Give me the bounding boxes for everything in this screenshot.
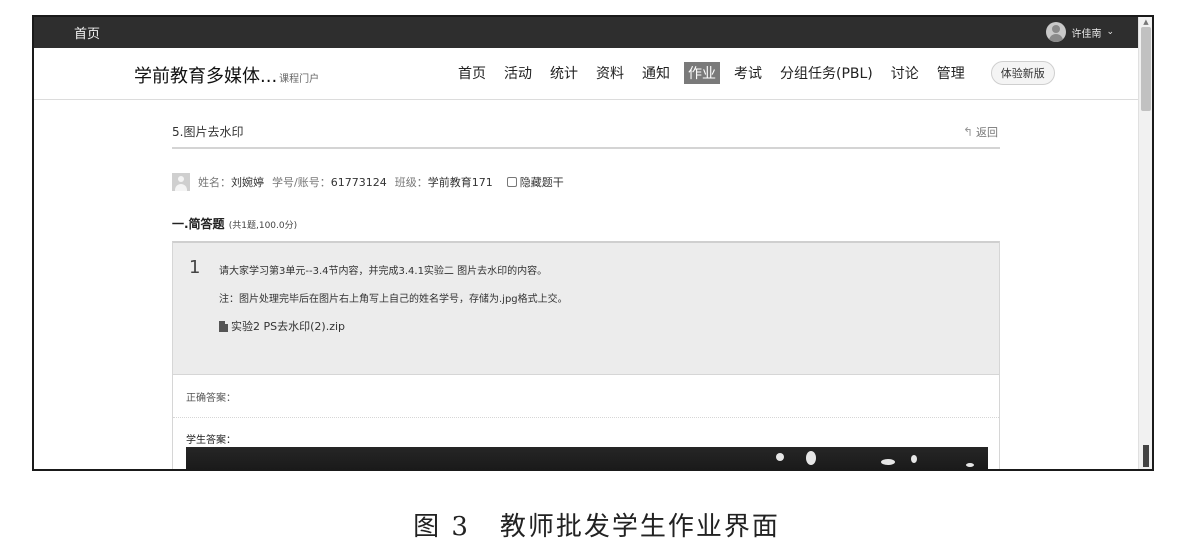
user-menu[interactable]: 许佳南 ⌄: [1046, 21, 1114, 43]
section-title: 一.简答题: [172, 217, 225, 231]
student-avatar-icon: [172, 173, 190, 191]
question-text: 请大家学习第3单元--3.4节内容，并完成3.4.1实验二 图片去水印的内容。: [219, 266, 548, 277]
nav-item-stats[interactable]: 统计: [546, 62, 582, 84]
course-title-text: 学前教育多媒体...: [134, 66, 278, 87]
nav-item-discussion[interactable]: 讨论: [887, 62, 923, 84]
file-icon: [219, 320, 228, 332]
attachment-link[interactable]: 实验2 PS去水印(2).zip: [219, 318, 345, 334]
nav-item-notice[interactable]: 通知: [638, 62, 674, 84]
nav-item-materials[interactable]: 资料: [592, 62, 628, 84]
image-highlight: [806, 451, 816, 465]
user-avatar-icon: [1046, 22, 1067, 42]
student-name: 刘婉婷: [231, 176, 264, 189]
figure-number: 图 3: [413, 512, 470, 542]
image-highlight: [966, 463, 974, 467]
image-highlight: [881, 459, 895, 465]
student-id-field: 学号/账号：61773124: [272, 174, 387, 190]
top-home-link[interactable]: 首页: [74, 23, 100, 42]
student-id-label: 学号/账号：: [272, 176, 331, 189]
user-name: 许佳南: [1071, 28, 1102, 40]
question-number: 1: [189, 257, 201, 278]
page-scrollbar[interactable]: ▲: [1138, 17, 1152, 469]
student-answer-image[interactable]: [186, 447, 988, 469]
section-heading: 一.简答题 (共1题,100.0分): [172, 215, 297, 232]
homework-title: 5.图片去水印: [172, 125, 244, 139]
back-link[interactable]: ↰ 返回: [963, 124, 998, 140]
homework-title-row: 5.图片去水印 ↰ 返回: [172, 113, 1000, 149]
image-highlight: [911, 455, 917, 463]
homework-content: 5.图片去水印 ↰ 返回 姓名：刘婉婷 学号/账号：61773124 班级：学前…: [172, 113, 1000, 469]
student-class: 学前教育171: [427, 176, 493, 189]
figure-caption: 图 3 教师批发学生作业界面: [0, 506, 1193, 543]
nav-menu: 首页 活动 统计 资料 通知 作业 考试 分组任务(PBL) 讨论 管理 体验新…: [454, 61, 1055, 85]
top-bar: 首页 许佳南 ⌄: [34, 17, 1152, 48]
course-navbar: 学前教育多媒体... 课程门户 首页 活动 统计 资料 通知 作业 考试 分组任务…: [34, 48, 1138, 100]
chevron-down-icon: ⌄: [1106, 27, 1114, 37]
question-note: 注：图片处理完毕后在图片右上角写上自己的姓名学号，存储为.jpg格式上交。: [219, 294, 568, 305]
back-label: 返回: [976, 126, 998, 139]
nav-item-homework[interactable]: 作业: [684, 62, 720, 84]
correct-answer-row: 正确答案：: [173, 375, 999, 418]
image-highlight: [776, 453, 784, 461]
nav-item-group-task[interactable]: 分组任务(PBL): [776, 62, 877, 84]
nav-item-activity[interactable]: 活动: [500, 62, 536, 84]
student-class-label: 班级：: [394, 176, 428, 189]
student-name-label: 姓名：: [198, 176, 231, 189]
attachment-name: 实验2 PS去水印(2).zip: [231, 320, 346, 333]
nav-item-exam[interactable]: 考试: [730, 62, 766, 84]
student-class-field: 班级：学前教育171: [395, 174, 493, 190]
student-name-field: 姓名：刘婉婷: [198, 174, 264, 190]
course-portal-label: 课程门户: [279, 74, 320, 85]
try-new-version-button[interactable]: 体验新版: [990, 61, 1055, 85]
scroll-up-arrow-icon[interactable]: ▲: [1139, 17, 1152, 27]
scrollbar-thumb[interactable]: [1141, 27, 1151, 111]
student-answer-label: 学生答案：: [186, 435, 236, 446]
hide-question-label: 隐藏题干: [519, 176, 564, 189]
course-title[interactable]: 学前教育多媒体... 课程门户: [134, 62, 319, 88]
reply-arrow-icon: ↰: [962, 125, 973, 139]
student-id: 61773124: [330, 176, 387, 189]
figure-caption-text: 教师批发学生作业界面: [499, 512, 780, 542]
student-info: 姓名：刘婉婷 学号/账号：61773124 班级：学前教育171 隐藏题干: [172, 173, 564, 191]
question-card: 1 请大家学习第3单元--3.4节内容，并完成3.4.1实验二 图片去水印的内容…: [172, 241, 1000, 375]
hide-question-checkbox[interactable]: [506, 177, 517, 187]
correct-answer-label: 正确答案：: [186, 393, 236, 404]
nav-item-manage[interactable]: 管理: [933, 62, 969, 84]
hide-question-toggle[interactable]: 隐藏题干: [506, 174, 564, 190]
answer-area: 正确答案： 学生答案：: [172, 375, 1000, 469]
scroll-marker: [1143, 445, 1149, 467]
browser-window: 首页 许佳南 ⌄ 学前教育多媒体... 课程门户 首页 活动 统计 资料 通知 作…: [32, 15, 1154, 471]
section-subtitle: (共1题,100.0分): [228, 221, 298, 231]
nav-item-home[interactable]: 首页: [454, 62, 490, 84]
